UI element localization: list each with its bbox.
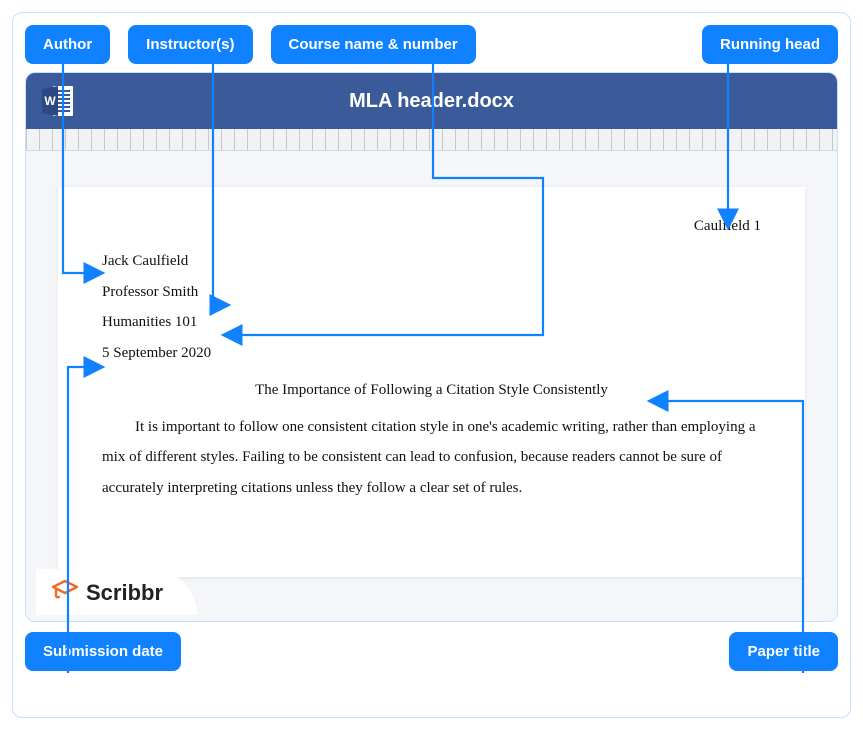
- label-course: Course name & number: [271, 25, 476, 64]
- label-running-head: Running head: [702, 25, 838, 64]
- body-paragraph: It is important to follow one consistent…: [102, 412, 761, 504]
- label-instructors: Instructor(s): [128, 25, 252, 64]
- document-canvas: Caulfield 1 Jack Caulfield Professor Smi…: [26, 151, 837, 621]
- author-line: Jack Caulfield: [102, 246, 761, 277]
- label-paper-title: Paper title: [729, 632, 838, 671]
- graduation-cap-icon: [52, 579, 78, 607]
- diagram-container: Author Instructor(s) Course name & numbe…: [12, 12, 851, 718]
- instructor-line: Professor Smith: [102, 277, 761, 308]
- label-submission-date: Submission date: [25, 632, 181, 671]
- bottom-labels-row: Submission date Paper title: [25, 632, 838, 671]
- mla-header-block: Jack Caulfield Professor Smith Humanitie…: [102, 246, 761, 369]
- scribbr-logo: Scribbr: [36, 569, 197, 615]
- course-line: Humanities 101: [102, 307, 761, 338]
- ruler: [26, 129, 837, 151]
- paper-title: The Importance of Following a Citation S…: [102, 375, 761, 406]
- window-title: MLA header.docx: [26, 90, 837, 113]
- running-head: Caulfield 1: [102, 211, 761, 242]
- page: Caulfield 1 Jack Caulfield Professor Smi…: [58, 187, 805, 577]
- window-titlebar: W MLA header.docx: [26, 73, 837, 129]
- document-frame: W MLA header.docx Caulfield 1 Jack Caulf…: [25, 72, 838, 622]
- label-author: Author: [25, 25, 110, 64]
- date-line: 5 September 2020: [102, 338, 761, 369]
- brand-text: Scribbr: [86, 580, 163, 606]
- top-labels-row: Author Instructor(s) Course name & numbe…: [25, 25, 838, 64]
